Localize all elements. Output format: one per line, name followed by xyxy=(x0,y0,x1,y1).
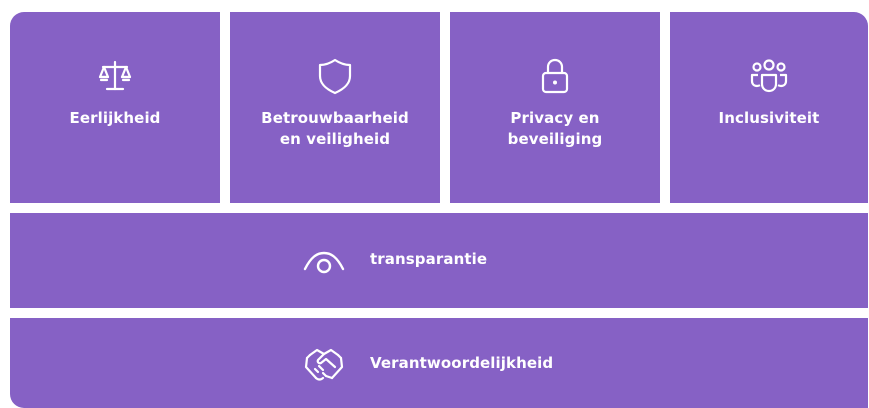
principle-label-reliability: Betrouwbaarheid en veiligheid xyxy=(261,109,409,148)
lock-icon xyxy=(533,54,577,98)
principle-tile-accountability: Verantwoordelijkheid xyxy=(10,318,868,408)
principle-tile-inclusiveness: Inclusiviteit xyxy=(670,12,868,203)
principle-tile-transparency: transparantie xyxy=(10,213,868,308)
people-group-icon xyxy=(747,54,791,98)
handshake-icon xyxy=(302,343,346,387)
principle-label-inclusiveness: Inclusiviteit xyxy=(718,109,820,127)
principle-tile-fairness: Eerlijkheid xyxy=(10,12,220,203)
eye-icon xyxy=(302,239,346,283)
principle-tile-privacy: Privacy en beveiliging xyxy=(450,12,660,203)
shield-icon xyxy=(313,54,357,98)
principle-label-fairness: Eerlijkheid xyxy=(69,109,161,127)
principle-label-transparency: transparantie xyxy=(370,250,488,268)
principle-tile-reliability: Betrouwbaarheid en veiligheid xyxy=(230,12,440,203)
principle-label-privacy: Privacy en beveiliging xyxy=(507,109,603,148)
scales-icon xyxy=(93,54,137,98)
principle-label-accountability: Verantwoordelijkheid xyxy=(370,354,554,372)
